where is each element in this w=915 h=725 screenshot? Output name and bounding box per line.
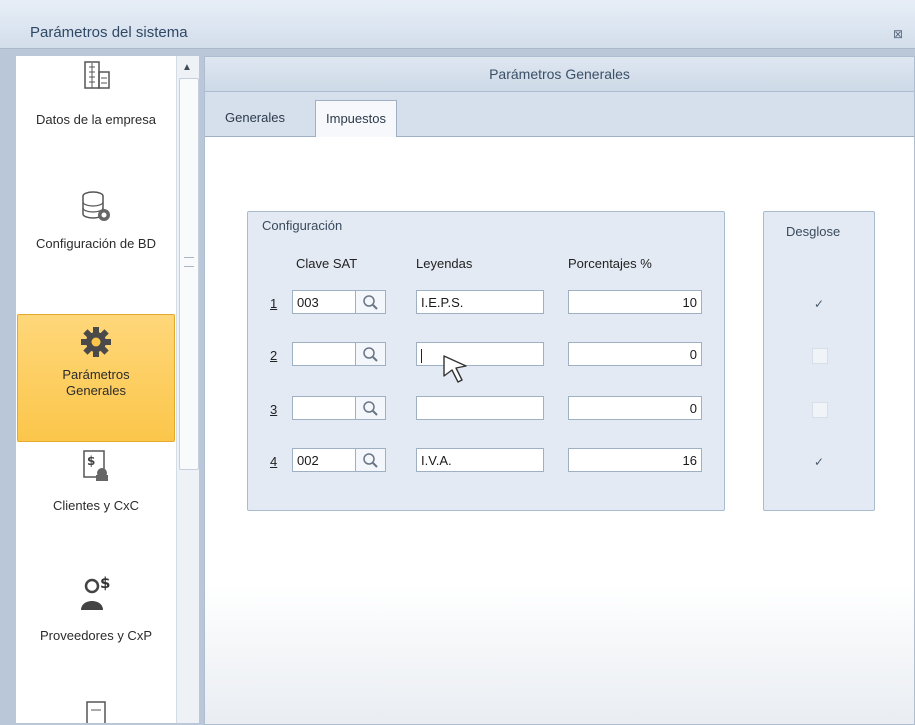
header-leyendas: Leyendas <box>416 256 473 271</box>
desglose-group-title: Desglose <box>786 224 841 239</box>
sidebar-item-configuracion-bd[interactable]: Configuración de BD <box>16 188 176 298</box>
tab-strip: Generales Impuestos <box>205 92 914 138</box>
text-caret <box>421 348 422 363</box>
gear-icon <box>81 327 111 357</box>
mouse-pointer-icon <box>443 355 467 383</box>
content-fade <box>205 584 914 724</box>
leyenda-input[interactable]: I.E.P.S. <box>416 290 544 314</box>
tab-generales[interactable]: Generales <box>215 100 295 135</box>
porcentaje-input[interactable]: 10 <box>568 290 702 314</box>
sidebar-item-label: Datos de la empresa <box>36 112 156 127</box>
scroll-thumb[interactable] <box>179 78 199 470</box>
porcentaje-input[interactable]: 16 <box>568 448 702 472</box>
header-porcentajes: Porcentajes % <box>568 256 652 271</box>
desglose-checkbox[interactable] <box>812 402 828 418</box>
search-icon[interactable] <box>356 290 386 314</box>
building-icon <box>84 61 110 89</box>
sidebar-scrollbar[interactable]: ▲ <box>176 56 199 723</box>
clave-sat-input[interactable] <box>292 396 356 420</box>
sidebar-item-datos-empresa[interactable]: Datos de la empresa <box>16 56 176 176</box>
clave-sat-input[interactable]: 002 <box>292 448 356 472</box>
row-number: 2 <box>270 348 278 363</box>
sidebar-item-label: Clientes y CxC <box>53 498 139 513</box>
leyenda-input[interactable]: I.V.A. <box>416 448 544 472</box>
row-number: 3 <box>270 402 278 417</box>
tab-content: Configuración Clave SAT Leyendas Porcent… <box>205 137 914 724</box>
tab-impuestos[interactable]: Impuestos <box>315 100 397 138</box>
clave-sat-input[interactable]: 003 <box>292 290 356 314</box>
search-icon[interactable] <box>356 396 386 420</box>
sidebar: Datos de la empresa Configuración de BD <box>16 56 177 723</box>
person-dollar-icon: $ <box>81 574 110 610</box>
window-title: Parámetros del sistema <box>30 24 188 41</box>
sidebar-item-parametros-generales[interactable]: Parámetros Generales <box>17 314 175 442</box>
porcentaje-input[interactable]: 0 <box>568 342 702 366</box>
header-clave-sat: Clave SAT <box>296 256 358 271</box>
search-icon[interactable] <box>356 448 386 472</box>
money-document-icon: $ <box>83 450 108 481</box>
config-group-title: Configuración <box>262 218 343 233</box>
svg-text:$: $ <box>100 574 110 592</box>
close-icon[interactable]: ⊠ <box>893 27 903 41</box>
desglose-group: Desglose ✓ ✓ <box>763 211 875 511</box>
search-icon[interactable] <box>356 342 386 366</box>
document-icon <box>86 701 106 723</box>
config-group: Configuración Clave SAT Leyendas Porcent… <box>247 211 725 511</box>
main-panel: Parámetros Generales Generales Impuestos… <box>204 56 915 725</box>
porcentaje-input[interactable]: 0 <box>568 396 702 420</box>
scroll-up-icon[interactable]: ▲ <box>182 62 192 73</box>
database-gear-icon <box>82 191 110 221</box>
leyenda-input-focused[interactable] <box>416 342 544 366</box>
desglose-checkbox[interactable] <box>812 348 828 364</box>
clave-sat-input[interactable] <box>292 342 356 366</box>
window-titlebar: Parámetros del sistema ⊠ <box>0 0 915 49</box>
svg-text:$: $ <box>87 454 95 468</box>
leyenda-input[interactable] <box>416 396 544 420</box>
desglose-checkbox-checked[interactable]: ✓ <box>812 297 826 311</box>
row-number: 1 <box>270 296 278 311</box>
row-number: 4 <box>270 454 278 469</box>
sidebar-item-label: Proveedores y CxP <box>40 628 152 643</box>
sidebar-item-partial[interactable] <box>16 692 176 723</box>
sidebar-item-proveedores-cxp[interactable]: $ Proveedores y CxP <box>16 568 176 678</box>
sidebar-item-clientes-cxc[interactable]: $ Clientes y CxC <box>16 444 176 554</box>
sidebar-item-label: Configuración de BD <box>36 236 156 251</box>
sidebar-item-label: Parámetros Generales <box>62 367 130 398</box>
scroll-grip-icon <box>184 257 194 267</box>
panel-title: Parámetros Generales <box>205 57 914 92</box>
desglose-checkbox-checked[interactable]: ✓ <box>812 455 826 469</box>
